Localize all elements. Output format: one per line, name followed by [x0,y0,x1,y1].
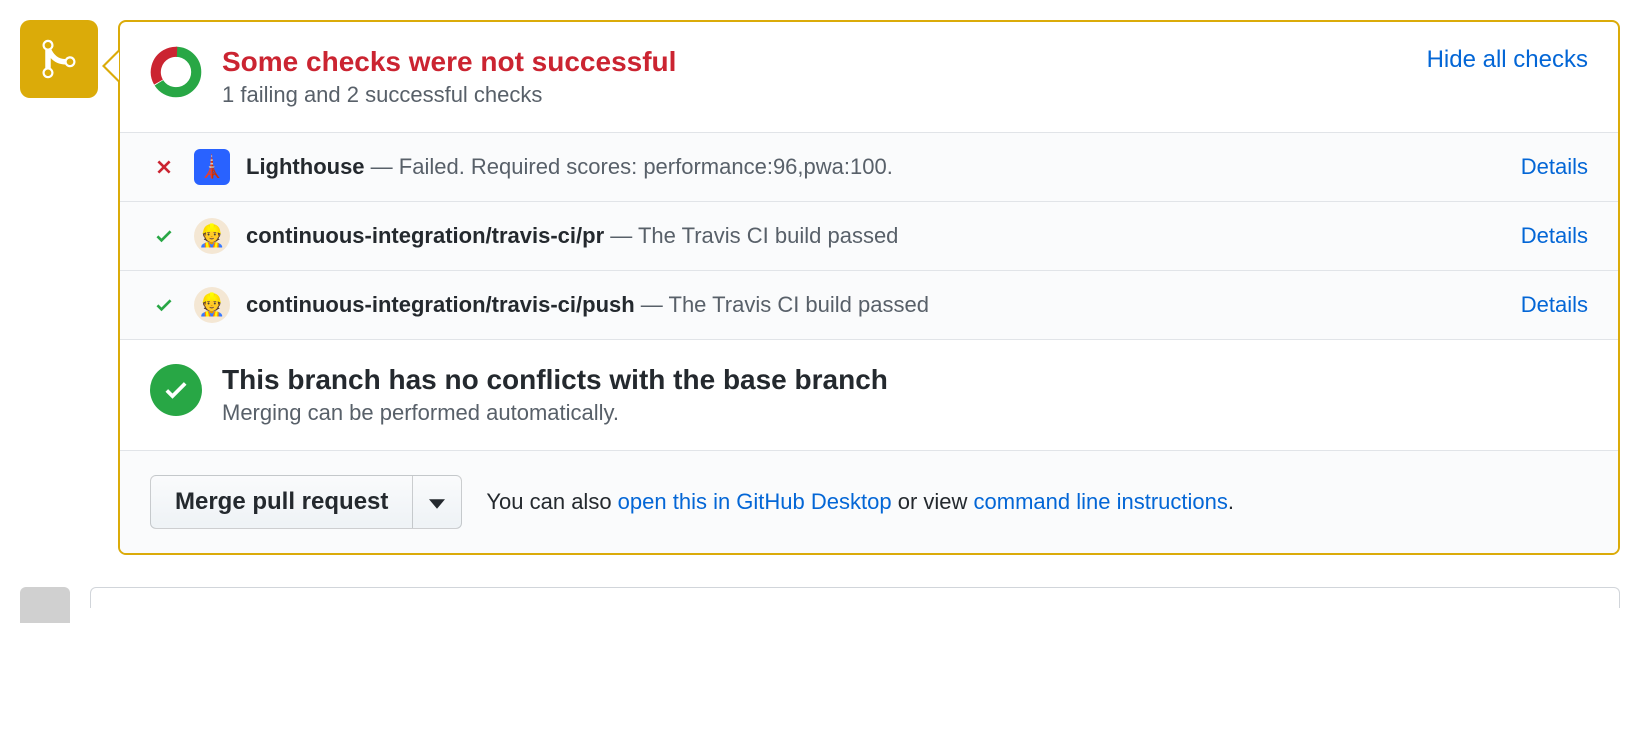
merge-timeline-marker [20,20,98,98]
merge-button-group: Merge pull request [150,475,462,529]
check-details-link[interactable]: Details [1521,292,1588,318]
checks-summary-subtitle: 1 failing and 2 successful checks [222,82,1407,108]
merge-footer: Merge pull request You can also open thi… [120,451,1618,553]
comment-area-stub [20,587,1620,623]
check-description: continuous-integration/travis-ci/pr — Th… [246,223,1505,249]
hide-all-checks-link[interactable]: Hide all checks [1427,46,1588,74]
check-icon [150,226,178,246]
checks-summary-title: Some checks were not successful [222,46,1407,78]
open-github-desktop-link[interactable]: open this in GitHub Desktop [618,489,892,514]
check-circle-icon [150,364,202,416]
no-conflicts-title: This branch has no conflicts with the ba… [222,364,888,396]
checks-summary-header: Some checks were not successful 1 failin… [120,22,1618,133]
check-name: continuous-integration/travis-ci/pr [246,223,610,248]
check-name: Lighthouse [246,154,371,179]
check-row: 🗼 Lighthouse — Failed. Required scores: p… [120,133,1618,202]
travis-app-icon: 👷 [194,218,230,254]
x-icon [150,157,178,177]
check-details-link[interactable]: Details [1521,223,1588,249]
check-icon [150,295,178,315]
check-name: continuous-integration/travis-ci/push [246,292,641,317]
lighthouse-app-icon: 🗼 [194,149,230,185]
branch-conflict-section: This branch has no conflicts with the ba… [120,340,1618,451]
command-line-instructions-link[interactable]: command line instructions [974,489,1228,514]
user-avatar [20,587,70,623]
check-details-link[interactable]: Details [1521,154,1588,180]
status-donut-chart [150,46,202,98]
merge-help-text: You can also open this in GitHub Desktop… [486,489,1234,515]
caret-down-icon [429,499,445,509]
merge-status-panel: Some checks were not successful 1 failin… [118,20,1620,555]
no-conflicts-subtitle: Merging can be performed automatically. [222,400,888,426]
checks-list: 🗼 Lighthouse — Failed. Required scores: p… [120,133,1618,340]
check-description: Lighthouse — Failed. Required scores: pe… [246,154,1505,180]
check-row: 👷 continuous-integration/travis-ci/push —… [120,271,1618,340]
merge-pull-request-button[interactable]: Merge pull request [150,475,413,529]
travis-app-icon: 👷 [194,287,230,323]
merge-options-dropdown[interactable] [413,475,462,529]
check-description: continuous-integration/travis-ci/push — … [246,292,1505,318]
check-row: 👷 continuous-integration/travis-ci/pr — T… [120,202,1618,271]
comment-textarea[interactable] [90,587,1620,608]
merge-icon [37,37,81,81]
